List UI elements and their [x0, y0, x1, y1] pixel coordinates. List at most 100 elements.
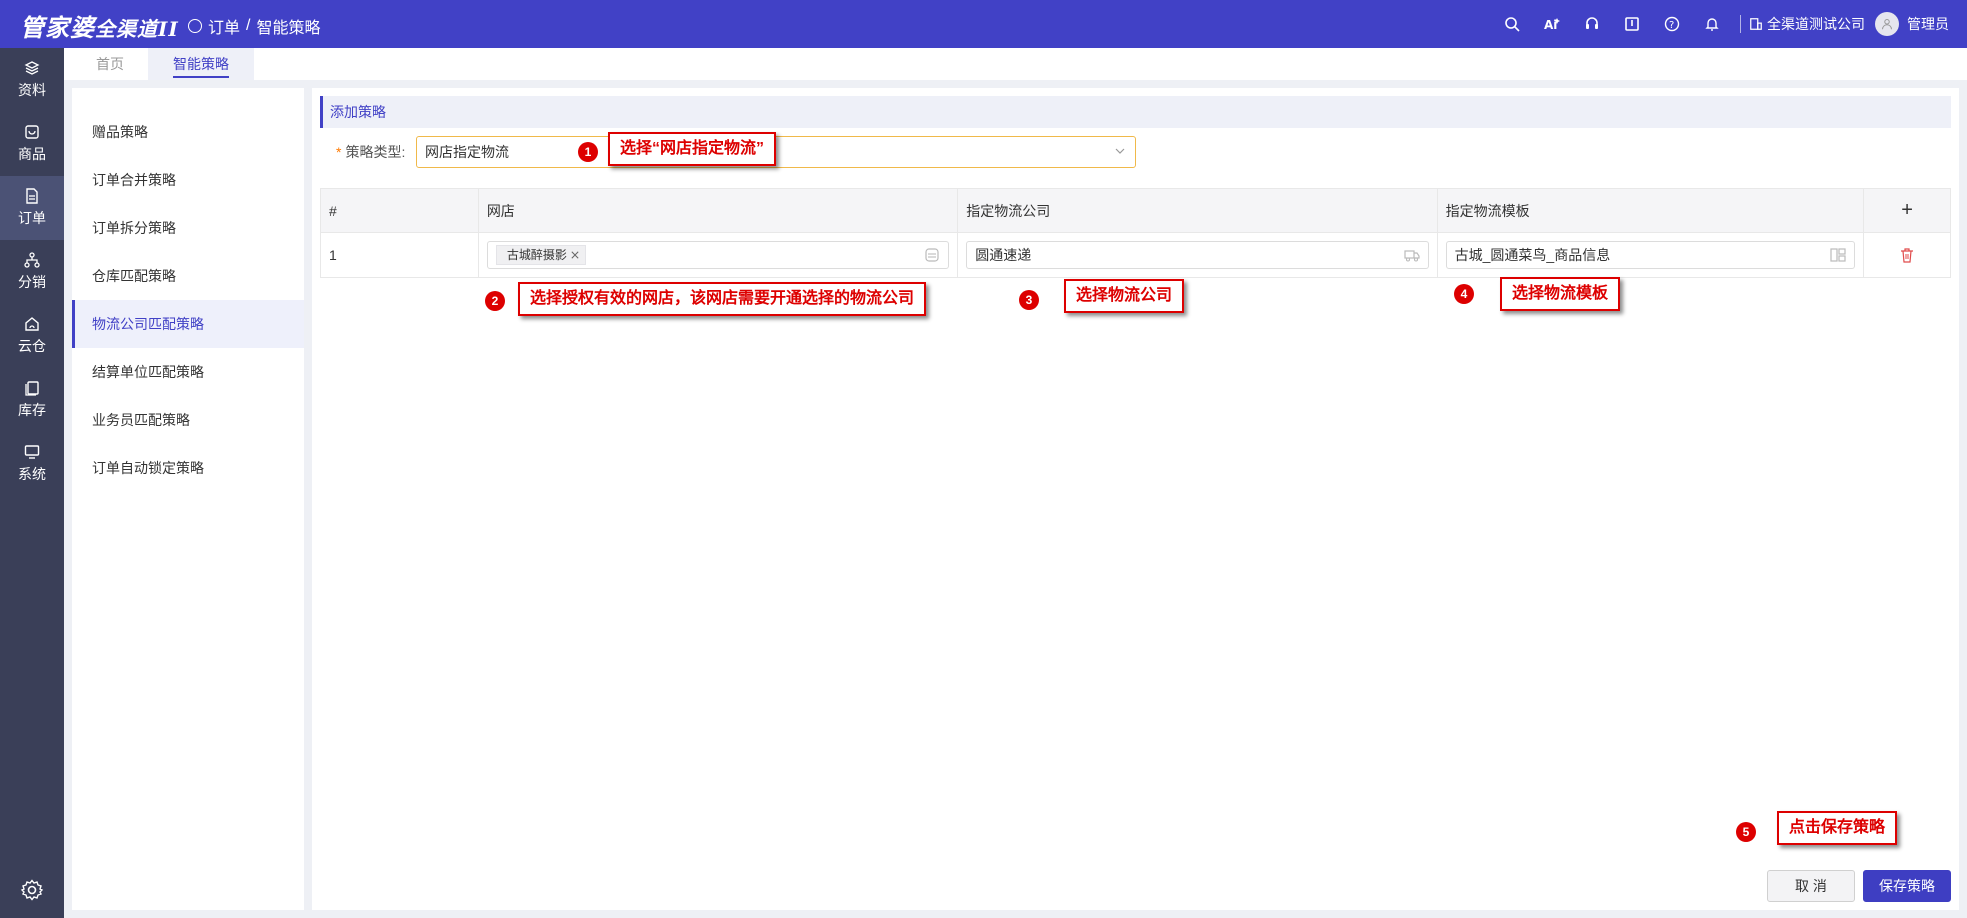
tab-label: 智能策略: [173, 56, 229, 78]
tab-home[interactable]: 首页: [71, 48, 149, 80]
annotation-callout-4: 选择物流模板: [1500, 277, 1621, 311]
sidebar-item-warehouse-match[interactable]: 仓库匹配策略: [72, 252, 304, 300]
shop-select[interactable]: 古城醉摄影: [486, 241, 950, 269]
nav-label: 商品: [18, 146, 46, 162]
trash-icon: [1901, 248, 1914, 263]
sidebar-item-logistics-match[interactable]: 物流公司匹配策略: [72, 300, 304, 348]
nav-label: 云仓: [18, 338, 46, 354]
nav-item-system[interactable]: 系统: [0, 432, 64, 496]
template-icon[interactable]: [1830, 248, 1846, 262]
nav-label: 系统: [18, 466, 46, 482]
box-icon: [25, 125, 39, 139]
strategy-sidebar: 赠品策略 订单合并策略 订单拆分策略 仓库匹配策略 物流公司匹配策略 结算单位匹…: [72, 88, 304, 910]
page-tabs: 首页 智能策略: [64, 48, 1967, 80]
nav-label: 库存: [18, 402, 46, 418]
top-bar: 管家婆全渠道II 订单 / 智能策略 Ai ? 全渠道测试公司 管理员: [0, 0, 1967, 48]
shop-tag: 古城醉摄影: [495, 245, 586, 265]
breadcrumb: 订单 / 智能策略: [188, 14, 320, 38]
main-panel: 添加策略 * 策略类型: 网店指定物流 # 网店 指定物流公司 指定物流模板 +…: [312, 88, 1959, 910]
breadcrumb-parent[interactable]: 订单: [208, 14, 240, 38]
toolbar-divider: [1740, 15, 1741, 33]
annotation-callout-1: 选择“网店指定物流”: [608, 132, 777, 166]
logistics-template-value: 古城_圆通菜鸟_商品信息: [1454, 247, 1611, 263]
left-nav: 资料 商品 订单 分销 云仓 库存 系统: [0, 48, 64, 918]
nav-label: 订单: [18, 210, 46, 226]
top-toolbar: Ai ? 全渠道测试公司 管理员: [1492, 0, 1967, 48]
required-mark: *: [336, 144, 342, 160]
list-icon[interactable]: [924, 248, 940, 262]
logistics-template-cell: 古城_圆通菜鸟_商品信息: [1438, 233, 1865, 277]
app-logo: 管家婆全渠道II: [20, 13, 179, 42]
sidebar-item-auto-lock[interactable]: 订单自动锁定策略: [72, 444, 304, 492]
nav-item-data[interactable]: 资料: [0, 48, 64, 112]
annotation-number-4: 4: [1454, 284, 1474, 304]
company-name: 全渠道测试公司: [1767, 16, 1865, 32]
plus-icon: +: [1901, 199, 1913, 221]
column-header-logistics-company: 指定物流公司: [958, 189, 1438, 232]
nav-item-distribution[interactable]: 分销: [0, 240, 64, 304]
column-header-logistics-template: 指定物流模板: [1438, 189, 1865, 232]
shop-tag-label: 古城醉摄影: [506, 248, 567, 262]
cloud-home-icon: [25, 317, 39, 331]
order-icon: [188, 19, 202, 33]
annotation-number-2: 2: [485, 291, 505, 311]
row-index: 1: [321, 233, 479, 277]
book-icon[interactable]: [1612, 0, 1652, 48]
breadcrumb-separator: /: [246, 17, 251, 34]
monitor-icon: [24, 445, 40, 459]
add-row-button[interactable]: +: [1864, 189, 1950, 232]
nav-label: 分销: [18, 274, 46, 290]
sidebar-item-salesperson-match[interactable]: 业务员匹配策略: [72, 396, 304, 444]
user-icon: [1875, 12, 1899, 36]
nav-item-cloud-warehouse[interactable]: 云仓: [0, 304, 64, 368]
strategy-type-row: * 策略类型:: [336, 136, 405, 168]
annotation-callout-5: 点击保存策略: [1777, 811, 1898, 845]
save-strategy-button[interactable]: 保存策略: [1863, 870, 1951, 902]
cancel-button[interactable]: 取 消: [1767, 870, 1855, 902]
column-header-shop: 网店: [479, 189, 959, 232]
table-header-row: # 网店 指定物流公司 指定物流模板 +: [321, 189, 1950, 233]
delete-row-button[interactable]: [1864, 233, 1950, 277]
strategy-type-label: 策略类型:: [345, 144, 406, 160]
nav-item-orders[interactable]: 订单: [0, 176, 64, 240]
column-header-index: #: [321, 189, 479, 232]
strategy-table: # 网店 指定物流公司 指定物流模板 + 1 古城醉摄影 圆通速递 古城_圆通菜…: [320, 188, 1951, 278]
network-icon: [24, 252, 40, 268]
annotation-number-1: 1: [578, 142, 598, 162]
annotation-number-3: 3: [1019, 290, 1039, 310]
headset-icon[interactable]: [1572, 0, 1612, 48]
logistics-company-select[interactable]: 圆通速递: [966, 241, 1429, 269]
annotation-callout-2: 选择授权有效的网店，该网店需要开通选择的物流公司: [518, 282, 927, 316]
sidebar-item-settlement-match[interactable]: 结算单位匹配策略: [72, 348, 304, 396]
nav-item-products[interactable]: 商品: [0, 112, 64, 176]
nav-label: 资料: [18, 82, 46, 98]
logistics-template-select[interactable]: 古城_圆通菜鸟_商品信息: [1445, 241, 1856, 269]
svg-text:?: ?: [1669, 20, 1674, 31]
help-icon[interactable]: ?: [1652, 0, 1692, 48]
logistics-company-value: 圆通速递: [975, 247, 1032, 263]
truck-icon[interactable]: [1404, 248, 1420, 262]
sidebar-item-gift-strategy[interactable]: 赠品策略: [72, 108, 304, 156]
logistics-company-cell: 圆通速递: [958, 233, 1438, 277]
table-row: 1 古城醉摄影 圆通速递 古城_圆通菜鸟_商品信息: [321, 233, 1950, 277]
building-icon: [1750, 18, 1762, 30]
breadcrumb-current: 智能策略: [256, 20, 321, 37]
strategy-type-value: 网店指定物流: [425, 144, 509, 160]
shop-cell: 古城醉摄影: [479, 233, 959, 277]
user-menu[interactable]: 管理员: [1875, 12, 1949, 36]
ai-icon[interactable]: Ai: [1532, 0, 1572, 48]
tab-label: 首页: [96, 56, 124, 72]
chevron-down-icon: [1115, 148, 1125, 154]
company-switcher[interactable]: 全渠道测试公司: [1749, 14, 1865, 34]
sidebar-item-order-split[interactable]: 订单拆分策略: [72, 204, 304, 252]
nav-item-inventory[interactable]: 库存: [0, 368, 64, 432]
close-icon[interactable]: [571, 251, 579, 259]
gear-icon[interactable]: [20, 878, 44, 902]
bell-icon[interactable]: [1692, 0, 1732, 48]
svg-text:Ai: Ai: [1544, 18, 1557, 32]
tab-smart-strategy[interactable]: 智能策略: [148, 48, 254, 80]
sidebar-item-order-merge[interactable]: 订单合并策略: [72, 156, 304, 204]
search-icon[interactable]: [1492, 0, 1532, 48]
section-title: 添加策略: [320, 96, 1951, 128]
user-name: 管理员: [1907, 16, 1949, 32]
